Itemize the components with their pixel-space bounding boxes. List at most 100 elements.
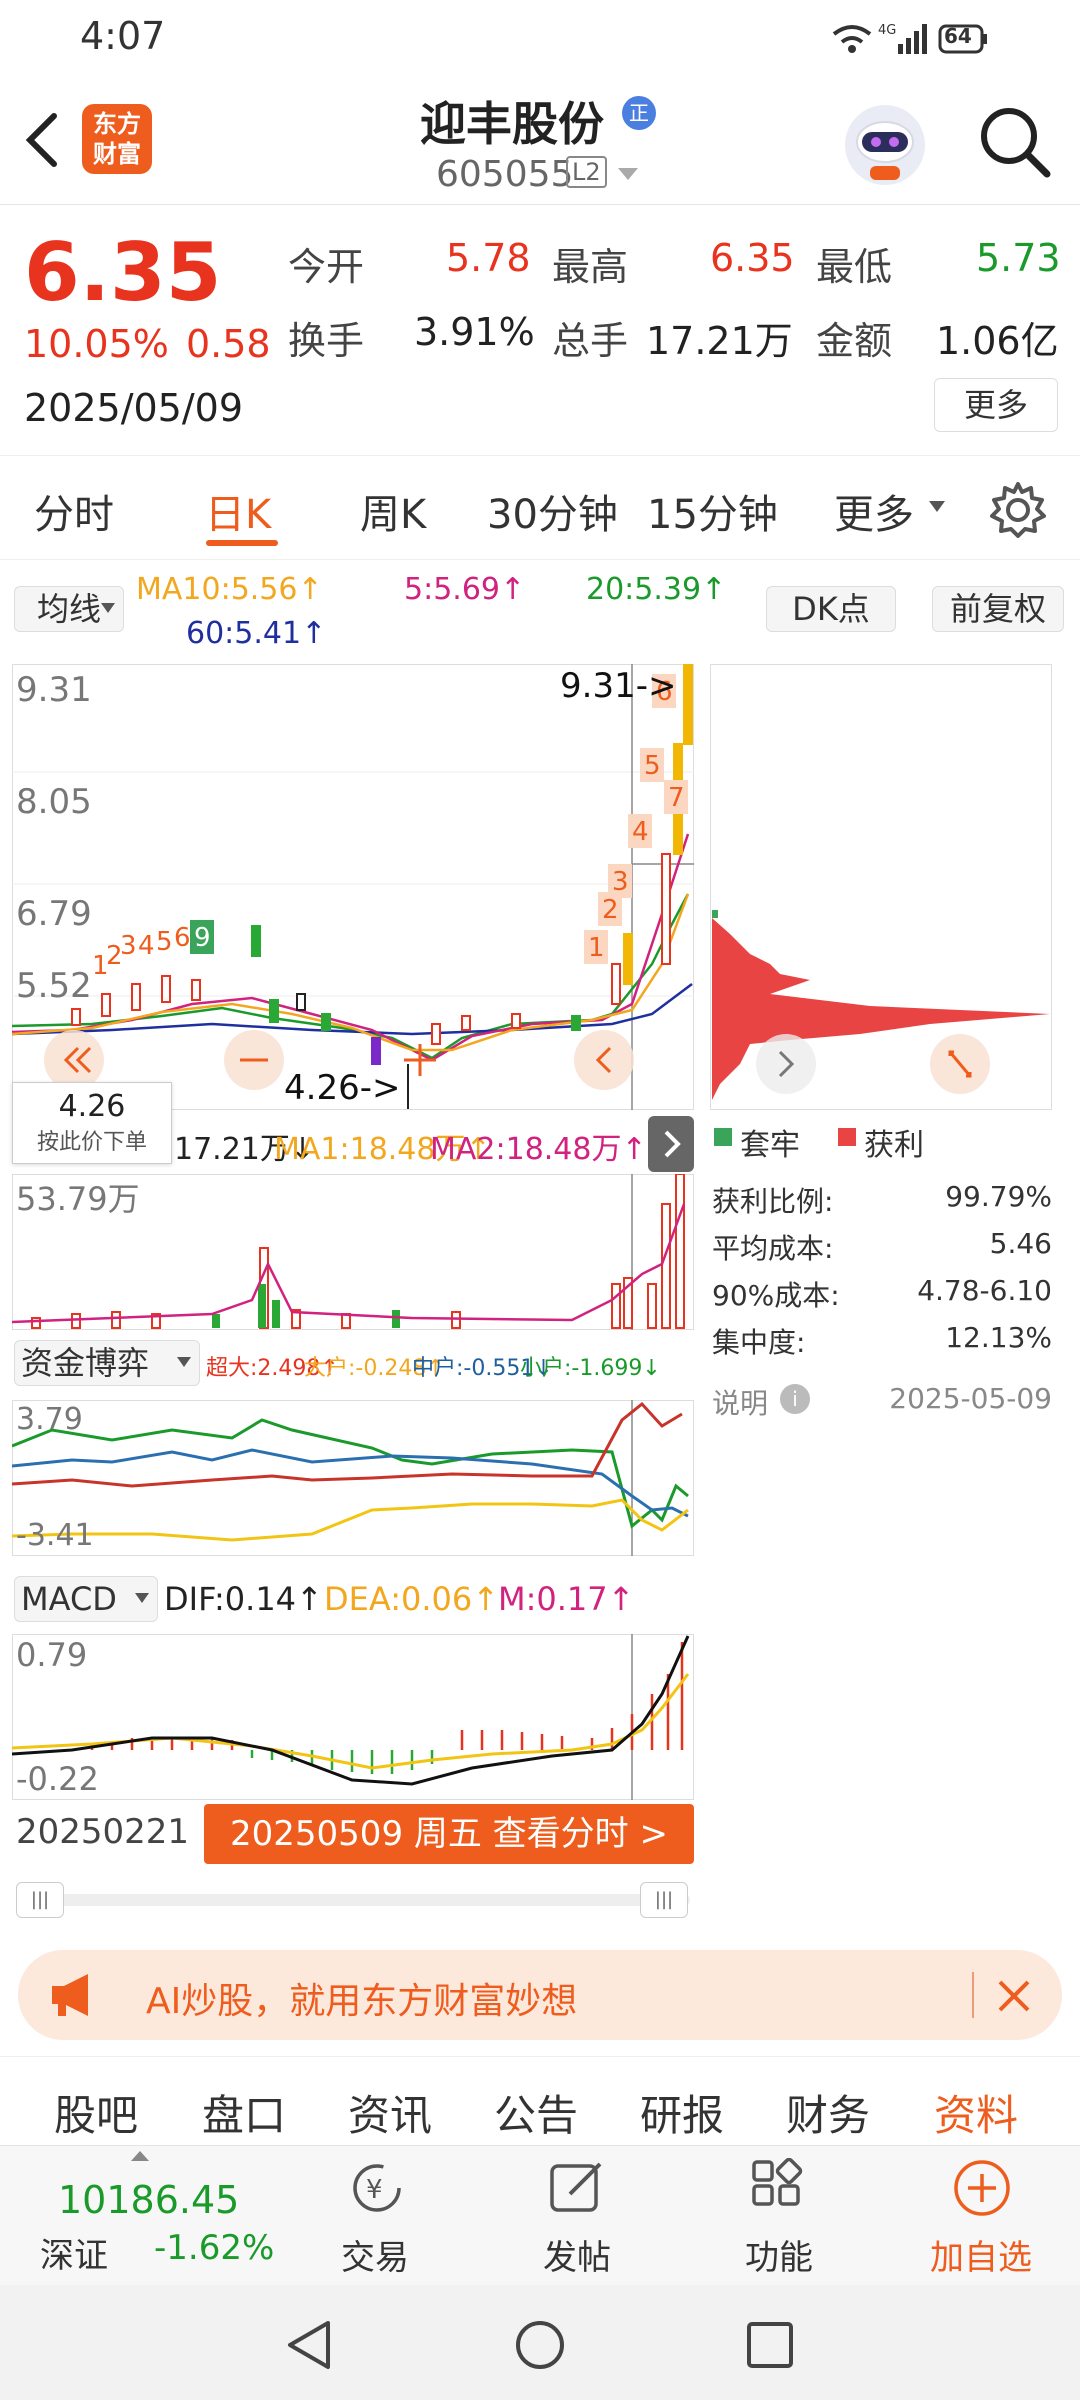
battery-level: 64 — [944, 24, 972, 48]
index-value[interactable]: 10186.45 — [58, 2178, 239, 2222]
dk-point-button[interactable]: DK点 — [766, 586, 896, 632]
note-label[interactable]: 说明 — [712, 1382, 768, 1422]
low-price-marker: 4.26-> — [284, 1068, 401, 1108]
volume-label: 总手 — [552, 319, 629, 363]
dropdown-arrow-icon[interactable] — [616, 166, 640, 182]
trade-icon[interactable]: ¥ — [342, 2158, 412, 2218]
quote-date: 2025/05/09 — [24, 386, 244, 430]
collapse-panel-button[interactable] — [648, 1116, 694, 1172]
subtab-order-book[interactable]: 盘口 — [202, 2082, 286, 2143]
fund-top-label: 3.79 — [16, 1402, 83, 1437]
low-label: 最低 — [816, 245, 893, 289]
add-watchlist-icon[interactable] — [950, 2158, 1014, 2218]
level-badge[interactable]: L2 — [566, 156, 607, 188]
price-adjust-button[interactable]: 前复权 — [932, 586, 1064, 632]
system-home-icon[interactable] — [512, 2317, 568, 2373]
post-icon[interactable] — [546, 2158, 610, 2218]
robot-avatar-icon[interactable] — [840, 100, 930, 190]
nav-post[interactable]: 发帖 — [512, 2230, 642, 2279]
view-intraday-button[interactable]: 20250509 周五 查看分时 > — [204, 1804, 694, 1864]
status-time: 4:07 — [80, 14, 166, 58]
info-icon[interactable]: i — [780, 1384, 810, 1414]
fund-game-selector[interactable]: 资金博弈 — [14, 1340, 200, 1386]
close-icon[interactable] — [994, 1976, 1034, 2016]
chip-distribution-chart[interactable] — [710, 664, 1052, 1110]
subtab-news[interactable]: 资讯 — [348, 2082, 432, 2143]
macd-top-label: 0.79 — [16, 1636, 88, 1674]
tab-intraday[interactable]: 分时 — [34, 482, 114, 540]
macd-label: MACD — [21, 1580, 117, 1618]
subtab-research[interactable]: 研报 — [640, 2082, 724, 2143]
vol-ma2: MA2:18.48万↑ — [430, 1132, 647, 1167]
cost90-label: 90%成本: — [712, 1279, 840, 1312]
svg-text:1: 1 — [588, 933, 605, 963]
subtab-divider — [0, 2056, 1080, 2057]
tab-more[interactable]: 更多 — [834, 482, 914, 540]
tab-15min[interactable]: 15分钟 — [647, 482, 778, 540]
start-date-label: 20250221 — [16, 1812, 190, 1852]
svg-text:5: 5 — [156, 927, 173, 957]
stock-code: 605055 — [436, 154, 574, 195]
more-button[interactable]: 更多 — [934, 378, 1058, 432]
macd-dif: DIF:0.14↑ — [164, 1580, 323, 1618]
ma-caret-icon — [101, 603, 115, 613]
search-icon[interactable] — [975, 102, 1055, 182]
order-at-price-box[interactable]: 4.26 按此价下单 — [12, 1082, 172, 1164]
macd-dea: DEA:0.06↑ — [324, 1580, 500, 1618]
caret-down-icon[interactable] — [928, 500, 946, 514]
fund-game-chart[interactable] — [12, 1400, 694, 1556]
concentration-label: 集中度: — [712, 1326, 806, 1359]
functions-icon[interactable] — [746, 2158, 810, 2218]
kline-chart-area: 均线 MA10:5.56↑ 5:5.69↑ 20:5.39↑ 60:5.41↑ … — [0, 560, 1080, 1940]
gear-icon[interactable] — [988, 480, 1048, 540]
svg-text:3: 3 — [612, 867, 629, 897]
high-label: 最高 — [552, 245, 629, 289]
ma10-value: MA10:5.56↑ — [136, 572, 323, 607]
back-icon[interactable] — [22, 110, 62, 170]
chevron-right-icon — [664, 1130, 681, 1158]
subtab-profile[interactable]: 资料 — [934, 2082, 1018, 2143]
system-back-icon[interactable] — [280, 2317, 340, 2373]
svg-text:3: 3 — [120, 931, 137, 961]
svg-text:7: 7 — [668, 783, 685, 813]
index-change[interactable]: -1.62% — [154, 2228, 274, 2268]
kline-main-chart[interactable]: 9 1 2 3 4 5 6 7 123 4 5 6 — [12, 664, 694, 1110]
system-recents-icon[interactable] — [744, 2319, 796, 2371]
subtab-announcements[interactable]: 公告 — [494, 2082, 578, 2143]
slider-right-handle[interactable]: ||| — [640, 1882, 688, 1918]
app-logo: 东方财富 — [82, 104, 152, 174]
tab-30min[interactable]: 30分钟 — [487, 482, 618, 540]
turnover-value: 3.91% — [414, 310, 535, 354]
cost90-value: 4.78-6.10 — [917, 1274, 1052, 1307]
subtab-forum[interactable]: 股吧 — [54, 2082, 138, 2143]
status-bar: 4:07 4G 64 — [0, 0, 1080, 70]
chart-range-slider[interactable] — [16, 1894, 690, 1906]
index-name[interactable]: 深证 — [40, 2228, 108, 2277]
svg-text:4: 4 — [632, 817, 649, 847]
y-axis-label-1: 9.31 — [16, 670, 92, 710]
volume-max-label: 53.79万 — [16, 1180, 140, 1218]
svg-text:¥: ¥ — [366, 2175, 383, 2205]
nav-functions[interactable]: 功能 — [714, 2230, 844, 2279]
macd-chart[interactable] — [12, 1634, 694, 1800]
fund-game-label: 资金博弈 — [21, 1344, 150, 1382]
fund-bottom-label: -3.41 — [16, 1518, 94, 1553]
nav-trade[interactable]: 交易 — [310, 2230, 440, 2279]
slider-left-handle[interactable]: ||| — [16, 1882, 64, 1918]
banner-divider — [972, 1972, 974, 2018]
subtab-financials[interactable]: 财务 — [786, 2082, 870, 2143]
svg-text:5: 5 — [644, 751, 661, 781]
profit-legend-label: 获利 — [864, 1128, 924, 1163]
macd-m: M:0.17↑ — [498, 1580, 635, 1618]
tab-daily-k[interactable]: 日K — [205, 482, 271, 540]
macd-caret-icon — [135, 1593, 149, 1603]
change-amount: 0.58 — [186, 322, 271, 366]
nav-add-watchlist[interactable]: 加自选 — [916, 2230, 1046, 2279]
ai-promo-banner[interactable]: AI炒股，就用东方财富妙想 — [18, 1950, 1062, 2040]
bottom-navigation: 10186.45 深证 -1.62% ¥ 交易 发帖 功能 加自选 — [0, 2145, 1080, 2285]
cursor-price: 4.26 — [58, 1089, 126, 1124]
note-date: 2025-05-09 — [889, 1382, 1052, 1415]
tab-weekly-k[interactable]: 周K — [360, 482, 426, 540]
svg-text:4: 4 — [138, 931, 155, 961]
profit-legend-swatch — [838, 1128, 856, 1146]
